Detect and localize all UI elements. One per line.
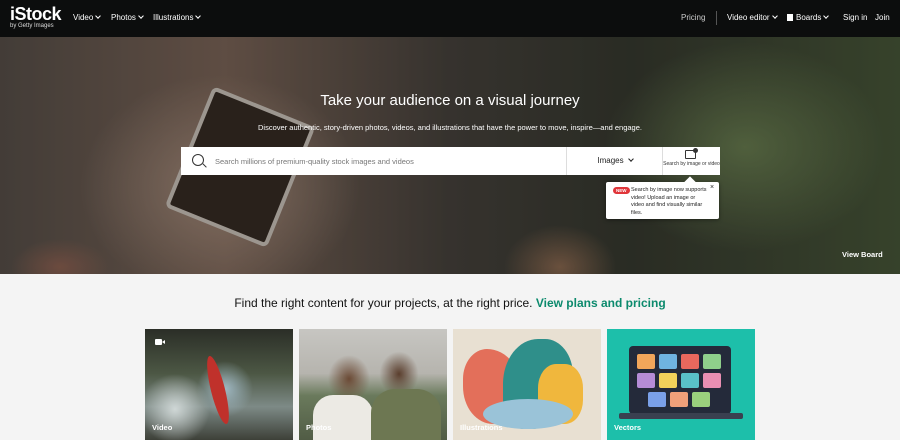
video-tile <box>670 392 688 407</box>
chevron-down-icon <box>823 13 830 19</box>
image-search-tooltip: NEW Search by image now supports video! … <box>606 182 719 219</box>
new-badge: NEW <box>613 187 630 194</box>
card-image-person <box>371 389 441 440</box>
hero-banner: Take your audience on a visual journey D… <box>0 37 900 274</box>
card-image-person <box>313 395 373 440</box>
card-label: Video <box>152 423 173 432</box>
hero-title: Take your audience on a visual journey <box>320 92 580 109</box>
view-board-link[interactable]: View Board <box>842 250 883 259</box>
image-search-icon <box>685 148 698 159</box>
nav-video-menu[interactable]: Video <box>73 12 102 24</box>
video-tile <box>681 373 699 388</box>
video-tile <box>681 354 699 369</box>
video-tile <box>637 354 655 369</box>
content-section: Find the right content for your projects… <box>0 274 900 440</box>
chevron-down-icon <box>138 13 144 19</box>
nav-illustrations-menu[interactable]: Illustrations <box>153 12 202 24</box>
category-card-photos[interactable]: Photos <box>299 329 447 440</box>
video-tile <box>648 392 666 407</box>
nav-video-label: Video <box>73 13 94 22</box>
istock-logo[interactable]: iStock by Getty Images <box>10 4 62 30</box>
video-tile <box>659 373 677 388</box>
search-divider <box>566 147 567 175</box>
search-input[interactable] <box>215 152 560 170</box>
image-search-button[interactable]: Search by image or video <box>663 147 720 175</box>
nav-pricing-link[interactable]: Pricing <box>681 12 705 24</box>
top-nav: iStock by Getty Images Video Photos Illu… <box>0 0 900 37</box>
hero-subtitle: Discover authentic, story-driven photos,… <box>258 123 642 132</box>
card-image-laptop-base <box>619 413 743 419</box>
video-tile <box>637 373 655 388</box>
chevron-down-icon <box>195 13 202 19</box>
tagline-text: Find the right content for your projects… <box>234 296 533 310</box>
logo-tagline: by Getty Images <box>10 23 54 29</box>
chevron-down-icon <box>95 13 102 19</box>
chevron-down-icon <box>771 13 778 19</box>
chevron-down-icon <box>627 156 634 162</box>
card-image-kayak <box>202 354 234 426</box>
category-card-vectors[interactable]: Vectors <box>607 329 755 440</box>
view-plans-link[interactable]: View plans and pricing <box>536 296 666 310</box>
video-camera-icon <box>155 339 165 345</box>
card-image-laptop <box>629 346 731 414</box>
pricing-tagline: Find the right content for your projects… <box>0 296 900 310</box>
nav-video-editor-label: Video editor <box>727 13 770 22</box>
nav-boards-label: Boards <box>796 13 822 22</box>
boards-icon <box>787 14 793 21</box>
nav-photos-label: Photos <box>111 13 136 22</box>
category-card-video[interactable]: Video <box>145 329 293 440</box>
logo-wordmark: iStock <box>10 4 62 24</box>
image-search-label: Search by image or video <box>663 161 720 167</box>
card-label: Illustrations <box>460 423 503 432</box>
search-icon[interactable] <box>192 154 204 166</box>
video-tile <box>659 354 677 369</box>
search-type-dropdown[interactable]: Images <box>568 147 662 175</box>
nav-join-link[interactable]: Join <box>875 12 890 24</box>
nav-divider <box>716 11 717 25</box>
video-tile <box>703 373 721 388</box>
search-type-label: Images <box>597 156 624 165</box>
card-label: Vectors <box>614 423 642 432</box>
video-tile <box>692 392 710 407</box>
close-icon[interactable]: × <box>710 184 714 192</box>
nav-illustrations-label: Illustrations <box>153 13 194 22</box>
tooltip-text: Search by image now supports video! Uplo… <box>631 187 707 216</box>
nav-sign-in-link[interactable]: Sign in <box>843 12 867 24</box>
card-label: Photos <box>306 423 332 432</box>
video-tile <box>703 354 721 369</box>
nav-boards-menu[interactable]: Boards <box>787 12 830 24</box>
nav-photos-menu[interactable]: Photos <box>111 12 144 24</box>
search-bar: Images Search by image or video <box>181 147 720 175</box>
category-card-illustrations[interactable]: Illustrations <box>453 329 601 440</box>
nav-video-editor-menu[interactable]: Video editor <box>727 12 778 24</box>
